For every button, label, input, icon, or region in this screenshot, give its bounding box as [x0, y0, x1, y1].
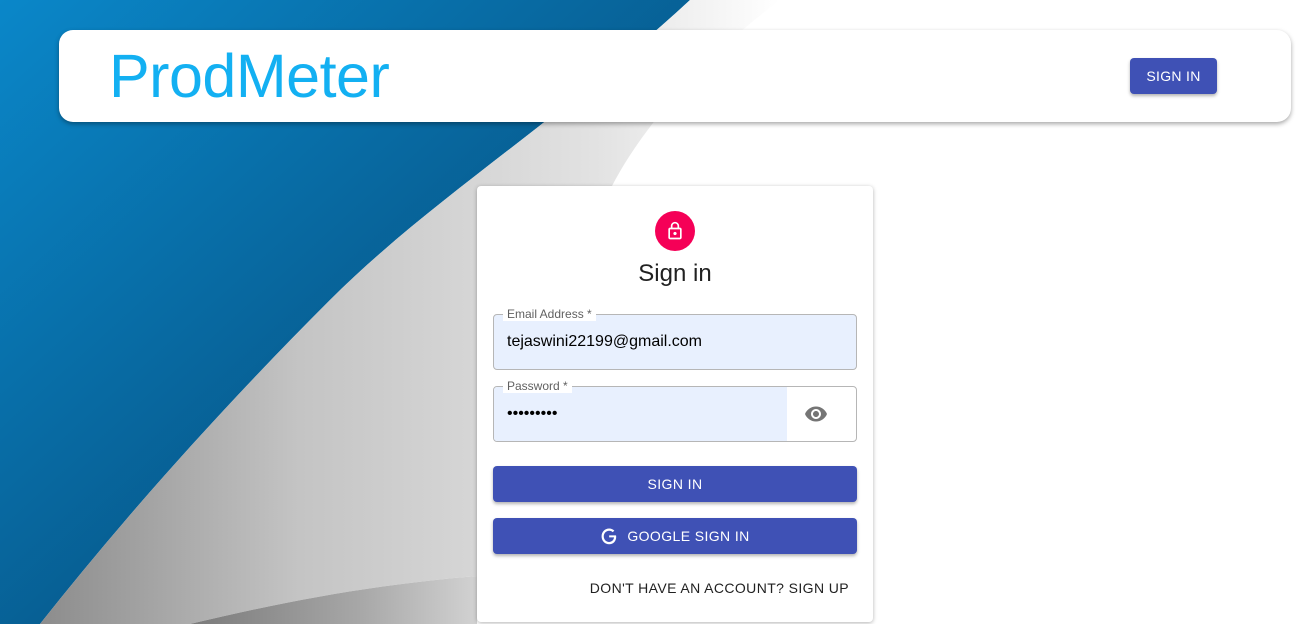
header-signin-button[interactable]: SIGN IN	[1130, 58, 1217, 94]
app-header: ProdMeter SIGN IN	[59, 30, 1291, 122]
signin-button[interactable]: SIGN IN	[493, 466, 857, 502]
google-signin-button[interactable]: GOOGLE SIGN IN	[493, 518, 857, 554]
brand-logo-text[interactable]: ProdMeter	[109, 42, 390, 110]
google-signin-label: GOOGLE SIGN IN	[627, 528, 750, 544]
password-input-value[interactable]: •••••••••	[507, 405, 557, 423]
email-field-label: Email Address *	[503, 307, 596, 321]
email-input-value[interactable]: tejaswini22199@gmail.com	[507, 333, 702, 351]
password-field[interactable]: Password * •••••••••	[493, 379, 857, 442]
google-g-icon	[600, 527, 618, 545]
signup-link[interactable]: DON'T HAVE AN ACCOUNT? SIGN UP	[590, 580, 849, 596]
email-field[interactable]: Email Address * tejaswini22199@gmail.com	[493, 307, 857, 370]
lock-icon	[655, 211, 695, 251]
password-field-label: Password *	[503, 379, 572, 393]
signin-card: Sign in Email Address * tejaswini22199@g…	[477, 186, 873, 622]
signin-title: Sign in	[638, 260, 712, 287]
eye-icon[interactable]	[801, 399, 831, 429]
